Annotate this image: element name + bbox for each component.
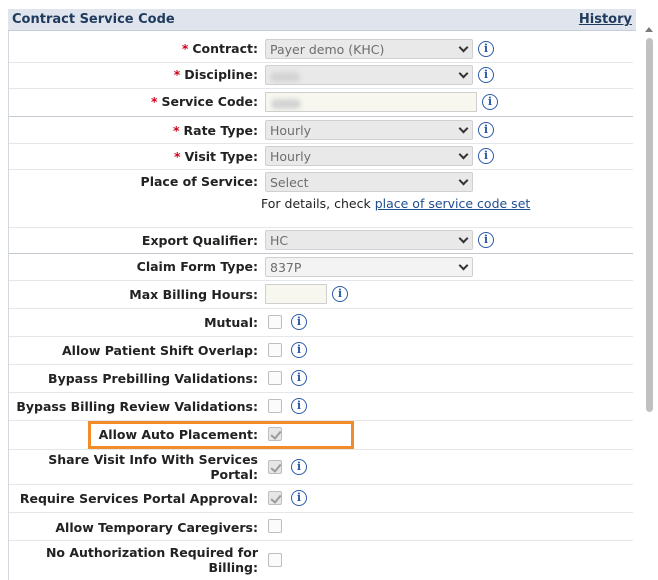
claim-form-type-select[interactable]: 837P <box>265 257 473 277</box>
row-divider <box>9 449 633 450</box>
row-divider <box>9 62 633 63</box>
section-header: Contract Service Code History <box>8 9 636 31</box>
chevron-down-icon <box>458 42 469 53</box>
bypass-prebilling-validations-info-icon[interactable]: i <box>291 370 307 386</box>
history-link[interactable]: History <box>579 12 632 27</box>
mutual-checkbox[interactable] <box>268 315 282 329</box>
discipline-label: * Discipline: <box>173 67 258 82</box>
claim-form-type-label: Claim Form Type: <box>136 259 258 274</box>
bypass-billing-review-validations-info-icon[interactable]: i <box>291 398 307 414</box>
row-divider <box>9 116 633 117</box>
bypass-billing-review-validations-label: Bypass Billing Review Validations: <box>16 399 258 414</box>
require-services-portal-approval-info-icon[interactable]: i <box>291 490 307 506</box>
mutual-label: Mutual: <box>204 315 258 330</box>
allow-patient-shift-overlap-label: Allow Patient Shift Overlap: <box>62 343 258 358</box>
share-visit-info-checkbox[interactable] <box>268 460 282 474</box>
place-of-service-select[interactable]: Select <box>265 172 473 192</box>
row-divider <box>9 280 633 281</box>
redacted-value <box>271 98 301 109</box>
row-divider <box>9 364 633 365</box>
rate-type-select[interactable]: Hourly <box>265 120 473 140</box>
row-divider <box>9 227 633 228</box>
row-divider <box>9 143 633 144</box>
allow-temporary-caregivers-checkbox[interactable] <box>268 519 282 533</box>
discipline-info-icon[interactable]: i <box>478 67 494 83</box>
bypass-billing-review-validations-checkbox[interactable] <box>268 399 282 413</box>
service-code-label: * Service Code: <box>150 94 258 109</box>
chevron-down-icon <box>458 233 469 244</box>
service-code-input[interactable] <box>265 92 477 112</box>
export-qualifier-info-icon[interactable]: i <box>478 232 494 248</box>
max-billing-hours-input[interactable] <box>265 284 327 304</box>
allow-patient-shift-overlap-info-icon[interactable]: i <box>291 342 307 358</box>
row-divider <box>9 484 633 485</box>
row-divider <box>9 336 633 337</box>
allow-patient-shift-overlap-checkbox[interactable] <box>268 343 282 357</box>
place-of-service-details: For details, check place of service code… <box>261 196 531 211</box>
row-divider <box>9 512 633 513</box>
max-billing-hours-label: Max Billing Hours: <box>129 287 258 302</box>
rate-type-label: * Rate Type: <box>172 123 258 138</box>
export-qualifier-select[interactable]: HC <box>265 230 473 250</box>
row-divider <box>9 540 633 541</box>
bypass-prebilling-validations-checkbox[interactable] <box>268 371 282 385</box>
discipline-select[interactable] <box>265 65 473 85</box>
chevron-down-icon <box>458 149 469 160</box>
place-of-service-code-set-link[interactable]: place of service code set <box>375 196 531 211</box>
mutual-info-icon[interactable]: i <box>291 314 307 330</box>
visit-type-info-icon[interactable]: i <box>478 148 494 164</box>
scrollbar-thumb[interactable] <box>646 38 653 412</box>
no-authorization-required-checkbox[interactable] <box>268 553 282 567</box>
redacted-value <box>270 71 300 82</box>
scroll-up-arrow-icon[interactable] <box>645 27 653 32</box>
visit-type-select[interactable]: Hourly <box>265 146 473 166</box>
vertical-scrollbar[interactable] <box>640 24 658 580</box>
chevron-down-icon <box>458 175 469 186</box>
allow-temporary-caregivers-label: Allow Temporary Caregivers: <box>55 520 258 535</box>
row-divider <box>9 88 633 89</box>
share-visit-info-info-icon[interactable]: i <box>291 459 307 475</box>
chevron-down-icon <box>458 68 469 79</box>
row-divider <box>9 308 633 309</box>
place-of-service-label: Place of Service: <box>140 174 258 189</box>
no-authorization-required-label: No Authorization Required for Billing: <box>45 545 258 575</box>
contract-info-icon[interactable]: i <box>478 41 494 57</box>
require-services-portal-approval-label: Require Services Portal Approval: <box>19 491 258 506</box>
section-title: Contract Service Code <box>12 12 175 27</box>
row-divider <box>9 392 633 393</box>
rate-type-info-icon[interactable]: i <box>478 122 494 138</box>
row-divider <box>9 169 633 170</box>
service-code-info-icon[interactable]: i <box>482 94 498 110</box>
chevron-down-icon <box>458 123 469 134</box>
visit-type-label: * Visit Type: <box>174 149 258 164</box>
required-marker: * <box>181 41 189 56</box>
export-qualifier-label: Export Qualifier: <box>141 233 258 248</box>
highlight-box <box>88 421 354 449</box>
contract-label: * Contract: <box>181 41 258 56</box>
max-billing-hours-info-icon[interactable]: i <box>332 286 348 302</box>
require-services-portal-approval-checkbox[interactable] <box>268 491 282 505</box>
chevron-down-icon <box>458 260 469 271</box>
row-divider <box>9 253 633 254</box>
contract-select[interactable]: Payer demo (KHC) <box>265 39 473 59</box>
share-visit-info-label: Share Visit Info With Services Portal: <box>48 452 258 482</box>
bypass-prebilling-validations-label: Bypass Prebilling Validations: <box>48 371 258 386</box>
